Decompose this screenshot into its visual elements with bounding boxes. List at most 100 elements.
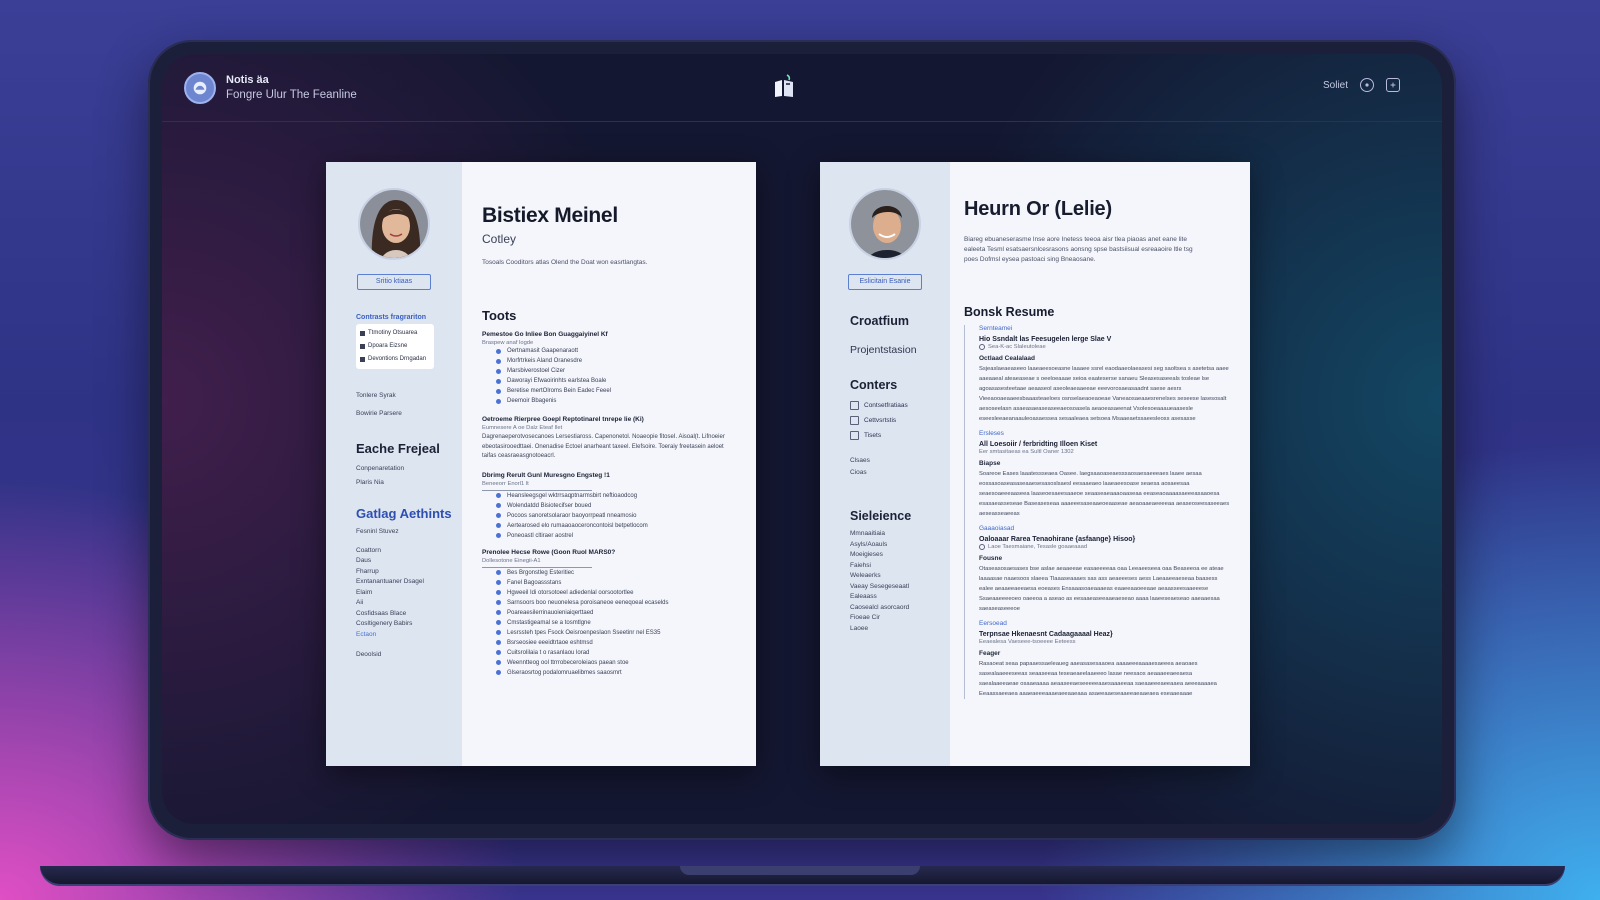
- bullet-dot-icon: [496, 398, 501, 404]
- settings-icon[interactable]: [1360, 78, 1374, 92]
- left-sidebar-projects: Eache Frejeal Conpenaretation Plaris Nia: [326, 441, 462, 490]
- entry-meta-text: Sea-K-ac Slaleutoleae: [988, 344, 1046, 350]
- job-bullet-text: Pocoos sanoretsolaraor baoyorrpeatl nnea…: [507, 512, 637, 519]
- entry-sub: Fousne: [979, 555, 1003, 562]
- side-box-item: Dpoara Eizsne: [360, 340, 430, 353]
- contact-row: Contsetfratiaas: [850, 398, 950, 413]
- bullet-dot-icon: [496, 493, 501, 498]
- skill-item: Daus: [356, 557, 372, 564]
- skill-item: Mmnaaitiaia: [850, 530, 886, 537]
- skill-item-last: Deoolsid: [356, 651, 382, 658]
- app-window: Notis äa Fongre Ulur The Feanline Soliet: [162, 54, 1442, 824]
- contact-extra: Cioas: [850, 469, 867, 476]
- resume-right-main: Heurn Or (Lelie) Biareg ebuaneserasme ln…: [950, 162, 1250, 766]
- job-title: Oetroeme Rierpree Goepl Reptotinarel tnr…: [482, 416, 644, 423]
- side-box-item-label: Devontions Drngadan: [368, 356, 427, 362]
- job-bullet: Hgweeil Idi otorsotoeel adiedenlal oorso…: [482, 588, 738, 598]
- project-heading: Eache Frejeal: [356, 441, 440, 456]
- right-sidebar-contacts: Conters Contsetfratiaas Cettvsrtstis Tis…: [820, 378, 950, 479]
- job-entry: Prenolee Hecse Rowe (Goon Ruol MARS0? Do…: [482, 549, 738, 678]
- job-bullet: Poneoastl cltiraer aostrel: [482, 531, 738, 541]
- entry-category: Ersleses: [979, 430, 1004, 437]
- bullet-dot-icon: [496, 503, 501, 508]
- side-item: Projentstasion: [850, 344, 917, 356]
- profile-photo-man: [849, 188, 921, 260]
- right-sidebar-items: Croatfium Projentstasion: [820, 314, 950, 356]
- document-icon[interactable]: [772, 72, 798, 100]
- job-bullet-text: Sarnsoors boo neuonelesa poroisaneoe een…: [507, 599, 669, 606]
- resume-left-sidebar: Sritio ktiaas Contrasts fragrariton Ttmo…: [326, 162, 462, 766]
- job-bullet-text: Bsrseosiee eeeidtrtaoe eshtmsd: [507, 639, 593, 646]
- side-item: Croatfium: [850, 314, 910, 328]
- skill-item: Moeigieses: [850, 551, 883, 558]
- entry-meta: Eeaealesa Vaeseee-tsoeeee Eeteess: [979, 639, 1232, 645]
- bullet-dot-icon: [496, 670, 501, 675]
- select-button[interactable]: Soliet: [1323, 80, 1348, 91]
- bullet-dot-icon: [496, 590, 501, 595]
- profile-action-button[interactable]: Eslicitain Esanie: [848, 274, 922, 290]
- section-title: Toots: [482, 308, 517, 323]
- skill-item: Fharrup: [356, 567, 379, 575]
- bullet-dot-icon: [496, 368, 501, 374]
- skills-sub: Fesninl Stuvez: [356, 528, 399, 535]
- resume-document-right[interactable]: Eslicitain Esanie Croatfium Projentstasi…: [820, 162, 1250, 766]
- bullet-dot-icon: [496, 348, 501, 354]
- entry-paragraph: Rasaoeat seaa papaaessaeleaueg aaeasases…: [979, 661, 1217, 697]
- job-bullet-text: Weenntteog ool ttrrrobeceroleiaos paean …: [507, 659, 629, 666]
- contact-label: Contsetfratiaas: [864, 402, 908, 409]
- entry-sub: Biapse: [979, 460, 1001, 467]
- resume-name: Bistiex Meinel: [482, 204, 618, 227]
- side-box-item-label: Dpoara Eizsne: [368, 343, 408, 349]
- bullet-dot-icon: [496, 610, 501, 615]
- side-link: Tonlere Syrak: [356, 392, 396, 399]
- entry-meta: Laoe Taesmaiane, Tesasle goaaeaaad: [979, 544, 1232, 550]
- skill-item: Caosealcl asorcaord: [850, 603, 910, 611]
- timeline: Sernteamei Hio Ssndalt las Feesugelen le…: [964, 325, 1232, 699]
- resume-left-main: Bistiex Meinel Cotley Tosoals Cooditors …: [462, 162, 756, 766]
- bullet-dot-icon: [496, 600, 501, 605]
- skill-item: Cosfidsaas Blace: [356, 609, 407, 617]
- skill-item: Asyls/Aoauls: [850, 540, 888, 548]
- bullet-icon: [360, 331, 365, 336]
- job-bullet-text: Daworayi Efwaoirinhts earlstea Boale: [507, 378, 607, 384]
- job-bullet-text: Aertearosed elo rumaaoaoceroncontoisl be…: [507, 522, 648, 529]
- bullet-dot-icon: [496, 523, 501, 528]
- entry-paragraph: Soareoe Eases laaatessseaea Oasee. laegs…: [979, 471, 1230, 517]
- job-meta: Dollesotone Einegii-A1: [482, 557, 541, 564]
- job-title: Pemestoe Go Inliee Bon Guaggaiyinel Kf: [482, 331, 608, 338]
- skill-item: Cosltigenery Babirs: [356, 620, 413, 627]
- skill-item: Aii: [356, 599, 364, 606]
- skill-item: Exntanantuaner Dsagel: [356, 578, 424, 585]
- entry-title: All Loesoiir / ferbridting Illoen Kiset: [979, 441, 1098, 448]
- entry-meta: Eer smtasitaeas ea Sultl Oaner 1302: [979, 449, 1232, 455]
- entry-title: Hio Ssndalt las Feesugelen lerge Slae V: [979, 336, 1112, 343]
- app-logo-icon[interactable]: [184, 71, 216, 104]
- job-bullet: Glseraosrtog podalomruaelibmes saaosmrt: [482, 668, 738, 678]
- job-bullet-text: Marsbiverostoel Cizer: [507, 368, 566, 374]
- bullet-dot-icon: [496, 660, 501, 665]
- job-bullet-text: Morfrtrkeis Aland Oranesdre: [507, 358, 583, 364]
- job-bullet-text: Deemoir Bbagenis: [507, 398, 557, 404]
- job-bullet-text: Beretise mertOlroms Bein Eadec Feeel: [507, 388, 612, 394]
- job-bullet: Heansleegsgel wktrrsaqptnarmsbirt neftio…: [482, 491, 738, 501]
- toggle-icon[interactable]: [1386, 78, 1400, 92]
- top-right-tools: Soliet: [1323, 78, 1400, 92]
- resume-summary: Biareg ebuaneserasme lnse aore Inetess t…: [964, 236, 1193, 263]
- side-link: Bowirie Parsere: [356, 410, 402, 417]
- contact-row: Cettvsrtstis: [850, 413, 950, 428]
- job-bullet: Lesrssteh tpes Fsock Oeisroenpeslaon Sse…: [482, 628, 738, 638]
- job-entry: Oetroeme Rierpree Goepl Reptotinarel tnr…: [482, 416, 738, 462]
- clock-icon: [979, 344, 985, 350]
- entry-paragraph: Ssjeaslaeaeaseeo laaeaeesoeasne laaaee s…: [979, 366, 1229, 422]
- contact-label: Cettvsrtstis: [864, 417, 897, 424]
- skill-item: Elaim: [356, 588, 373, 596]
- job-paragraph: Dagrenaeperotvosecanoes Lersestiaross. C…: [482, 434, 725, 459]
- skills-heading: Gatlag Aethints: [356, 506, 452, 521]
- entry-meta-text: Eeaealesa Vaeseee-tsoeeee Eeteess: [979, 639, 1076, 645]
- profile-action-button[interactable]: Sritio ktiaas: [357, 274, 431, 290]
- entry-meta: Sea-K-ac Slaleutoleae: [979, 344, 1232, 350]
- job-title: Prenolee Hecse Rowe (Goon Ruol MARS0?: [482, 548, 616, 556]
- resume-document-left[interactable]: Sritio ktiaas Contrasts fragrariton Ttmo…: [326, 162, 756, 766]
- bullet-dot-icon: [496, 620, 501, 625]
- contacts-heading: Conters: [850, 378, 898, 392]
